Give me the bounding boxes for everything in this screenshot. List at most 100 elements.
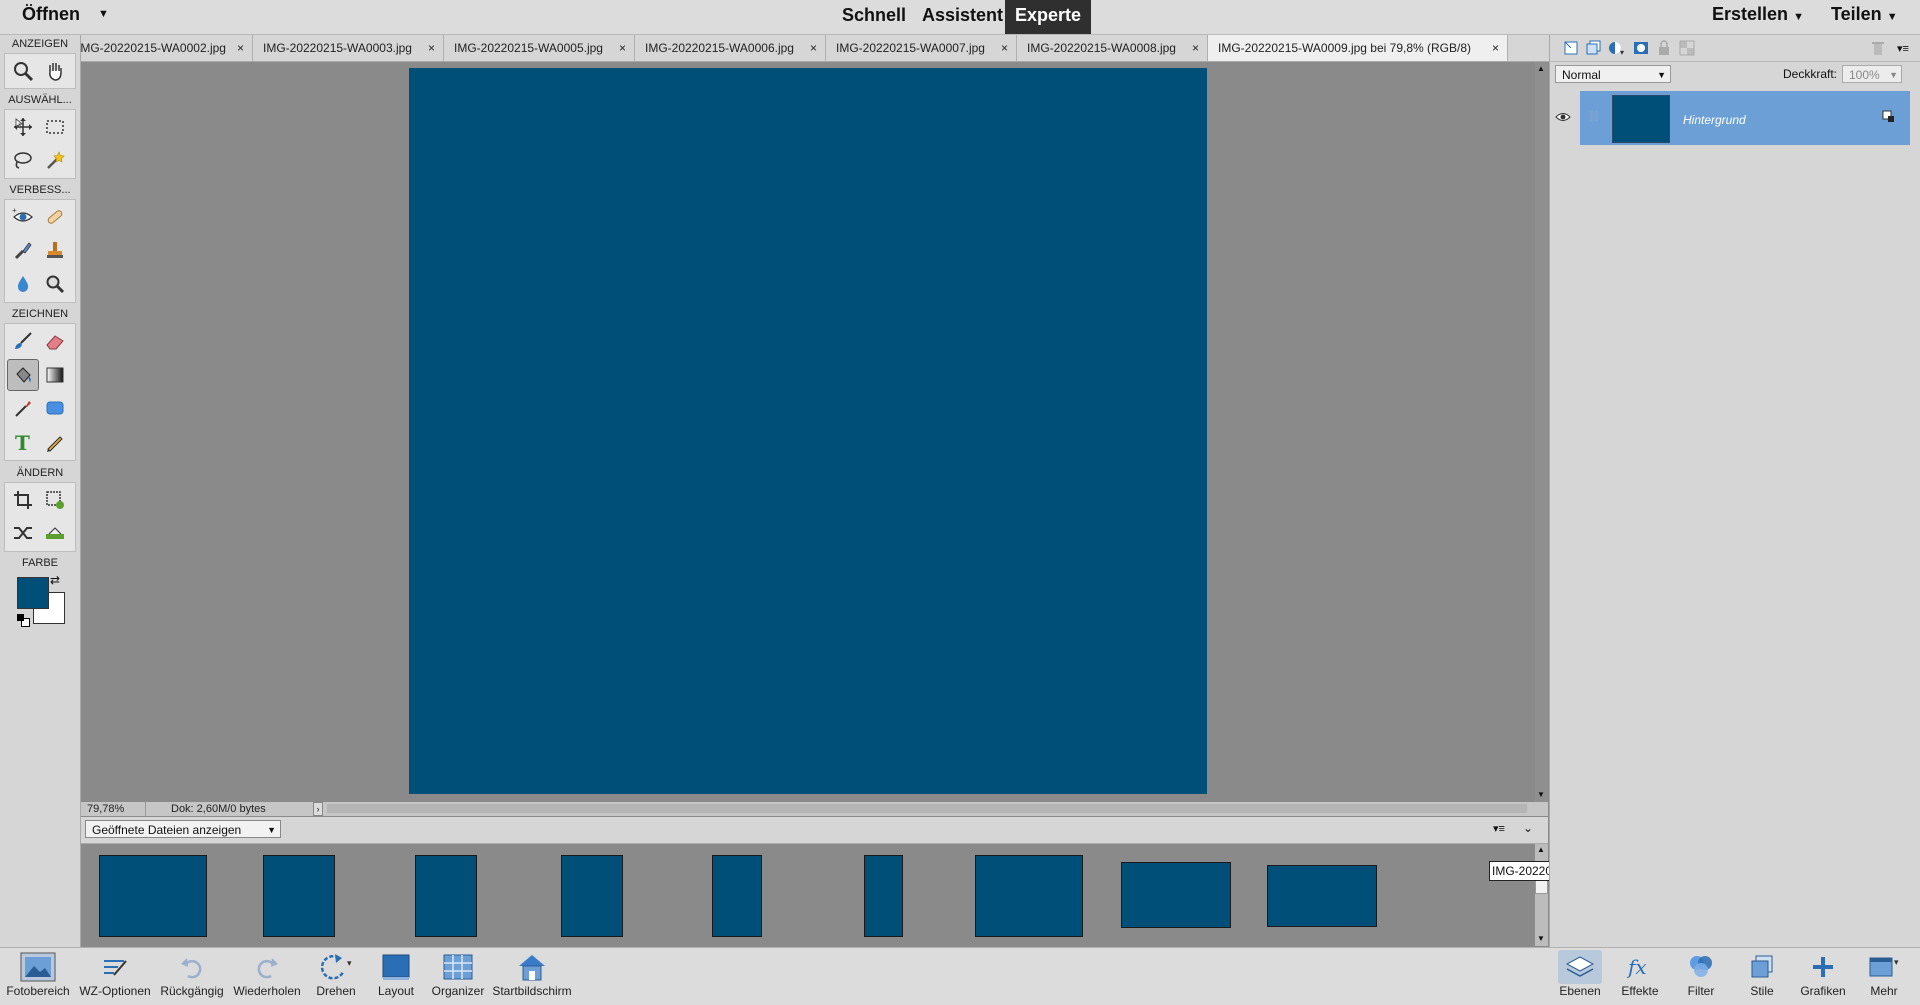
- magic-wand-tool[interactable]: [39, 144, 71, 176]
- close-icon[interactable]: ×: [237, 35, 244, 61]
- canvas-horizontal-scrollbar[interactable]: [327, 804, 1527, 813]
- mode-tab-assistent[interactable]: Assistent: [912, 4, 1013, 34]
- crop-tool[interactable]: [7, 484, 39, 516]
- bin-menu-icon[interactable]: ▾≡: [1493, 822, 1505, 835]
- close-icon[interactable]: ×: [810, 35, 817, 61]
- layers-panel-button[interactable]: Ebenen: [1552, 950, 1608, 1005]
- zoom-tool[interactable]: [7, 55, 39, 87]
- graphics-panel-button[interactable]: Grafiken: [1795, 950, 1851, 1005]
- shape-tool[interactable]: [39, 392, 71, 424]
- styles-panel-button[interactable]: Stile: [1734, 950, 1790, 1005]
- lock-transparency-icon[interactable]: [1678, 39, 1696, 57]
- scroll-up-icon[interactable]: ▲: [1537, 845, 1545, 854]
- photo-bin-button[interactable]: Fotobereich: [2, 950, 74, 1005]
- spot-healing-tool[interactable]: [39, 201, 71, 233]
- tab-document[interactable]: IMG-20220215-WA0008.jpg ×: [1017, 35, 1208, 61]
- tab-document[interactable]: IMG-20220215-WA0007.jpg ×: [826, 35, 1017, 61]
- close-icon[interactable]: ×: [428, 35, 435, 61]
- tab-document[interactable]: IMG-20220215-WA0006.jpg ×: [635, 35, 826, 61]
- content-aware-move-tool[interactable]: [7, 517, 39, 549]
- tab-document[interactable]: IMG-20220215-WA0003.jpg ×: [253, 35, 444, 61]
- scroll-down-icon[interactable]: ▼: [1537, 934, 1545, 943]
- status-menu-arrow-icon[interactable]: ›: [313, 802, 323, 816]
- bin-scroll-thumb[interactable]: [1535, 880, 1548, 894]
- swap-colors-icon[interactable]: ⇄: [50, 573, 60, 587]
- share-menu-button[interactable]: Teilen ▼: [1831, 4, 1898, 25]
- red-eye-tool[interactable]: +: [7, 201, 39, 233]
- bin-source-select[interactable]: Geöffnete Dateien anzeigen ▼: [85, 820, 281, 838]
- more-panel-button[interactable]: ▾ Mehr: [1856, 950, 1912, 1005]
- bin-thumbnail[interactable]: [561, 855, 623, 937]
- close-icon[interactable]: ×: [1192, 35, 1199, 61]
- bin-scrollbar[interactable]: ▲ ▼: [1535, 844, 1548, 946]
- mode-tab-experte[interactable]: Experte: [1005, 0, 1092, 34]
- open-menu-button[interactable]: Öffnen: [22, 4, 80, 25]
- home-screen-button[interactable]: Startbildschirm: [490, 950, 574, 1005]
- eraser-tool[interactable]: [39, 325, 71, 357]
- chevron-down-icon[interactable]: ▼: [98, 8, 109, 20]
- canvas-vertical-scrollbar[interactable]: ▲ ▼: [1535, 62, 1548, 802]
- recompose-tool[interactable]: [39, 484, 71, 516]
- tab-document-active[interactable]: IMG-20220215-WA0009.jpg bei 79,8% (RGB/8…: [1208, 35, 1508, 61]
- gradient-tool[interactable]: [39, 359, 71, 391]
- move-tool[interactable]: [7, 111, 39, 143]
- new-layer-icon[interactable]: [1562, 39, 1580, 57]
- redo-button[interactable]: Wiederholen: [230, 950, 304, 1005]
- close-icon[interactable]: ×: [619, 35, 626, 61]
- zoom-level[interactable]: 79,78%: [81, 802, 146, 816]
- text-tool[interactable]: T: [7, 426, 39, 458]
- panel-menu-icon[interactable]: ▾≡: [1894, 39, 1912, 57]
- bin-thumbnail[interactable]: [864, 855, 903, 937]
- tool-options-button[interactable]: WZ-Optionen: [78, 950, 152, 1005]
- smart-brush-tool[interactable]: [7, 234, 39, 266]
- scroll-up-icon[interactable]: ▲: [1537, 64, 1545, 73]
- bin-thumbnail[interactable]: [1267, 865, 1377, 927]
- close-icon[interactable]: ×: [1492, 35, 1499, 61]
- bin-thumbnail[interactable]: [415, 855, 477, 937]
- lasso-tool[interactable]: [7, 144, 39, 176]
- adjustment-layer-icon[interactable]: ▾: [1608, 39, 1626, 57]
- bin-thumbnail[interactable]: [263, 855, 335, 937]
- create-menu-button[interactable]: Erstellen ▼: [1712, 4, 1804, 25]
- layout-button[interactable]: Layout: [368, 950, 424, 1005]
- pencil-tool[interactable]: [39, 426, 71, 458]
- organizer-button[interactable]: Organizer: [428, 950, 488, 1005]
- visibility-eye-icon[interactable]: [1555, 111, 1571, 126]
- layer-thumbnail[interactable]: [1612, 95, 1670, 143]
- layer-name[interactable]: Hintergrund: [1683, 113, 1746, 127]
- paint-bucket-tool[interactable]: [7, 358, 39, 391]
- bin-thumbnail[interactable]: [1121, 862, 1231, 928]
- marquee-tool[interactable]: [39, 111, 71, 143]
- effects-panel-button[interactable]: fx Effekte: [1612, 950, 1668, 1005]
- sponge-tool[interactable]: [39, 268, 71, 300]
- hand-tool[interactable]: [39, 55, 71, 87]
- bin-thumbnail[interactable]: [99, 855, 207, 937]
- collapse-bin-icon[interactable]: ⌄: [1523, 821, 1533, 835]
- new-group-icon[interactable]: [1585, 39, 1603, 57]
- blur-tool[interactable]: [7, 268, 39, 300]
- rotate-button[interactable]: ▾ Drehen: [306, 950, 366, 1005]
- undo-button[interactable]: Rückgängig: [156, 950, 228, 1005]
- scroll-down-icon[interactable]: ▼: [1537, 790, 1545, 799]
- eyedropper-tool[interactable]: [7, 392, 39, 424]
- bin-thumbnail[interactable]: [975, 855, 1083, 937]
- tab-document[interactable]: IMG-20220215-WA0002.jpg ×: [81, 35, 253, 61]
- layer-mask-icon[interactable]: [1632, 39, 1650, 57]
- straighten-tool[interactable]: [39, 517, 71, 549]
- svg-text:▾: ▾: [1620, 48, 1624, 56]
- bin-thumbnail[interactable]: [712, 855, 762, 937]
- foreground-color-swatch[interactable]: [17, 577, 49, 609]
- document-image[interactable]: [409, 68, 1207, 794]
- lock-icon[interactable]: [1655, 39, 1673, 57]
- mode-tab-schnell[interactable]: Schnell: [832, 4, 916, 34]
- clone-stamp-tool[interactable]: [39, 234, 71, 266]
- tab-document[interactable]: IMG-20220215-WA0005.jpg ×: [444, 35, 635, 61]
- link-icon[interactable]: ⛓: [1587, 110, 1601, 123]
- brush-tool[interactable]: [7, 325, 39, 357]
- default-colors-icon[interactable]: [17, 614, 30, 627]
- close-icon[interactable]: ×: [1001, 35, 1008, 61]
- blend-mode-select[interactable]: Normal ▼: [1555, 65, 1671, 83]
- trash-icon[interactable]: [1869, 39, 1887, 57]
- filter-panel-button[interactable]: Filter: [1673, 950, 1729, 1005]
- opacity-field[interactable]: 100% ▼: [1842, 65, 1902, 83]
